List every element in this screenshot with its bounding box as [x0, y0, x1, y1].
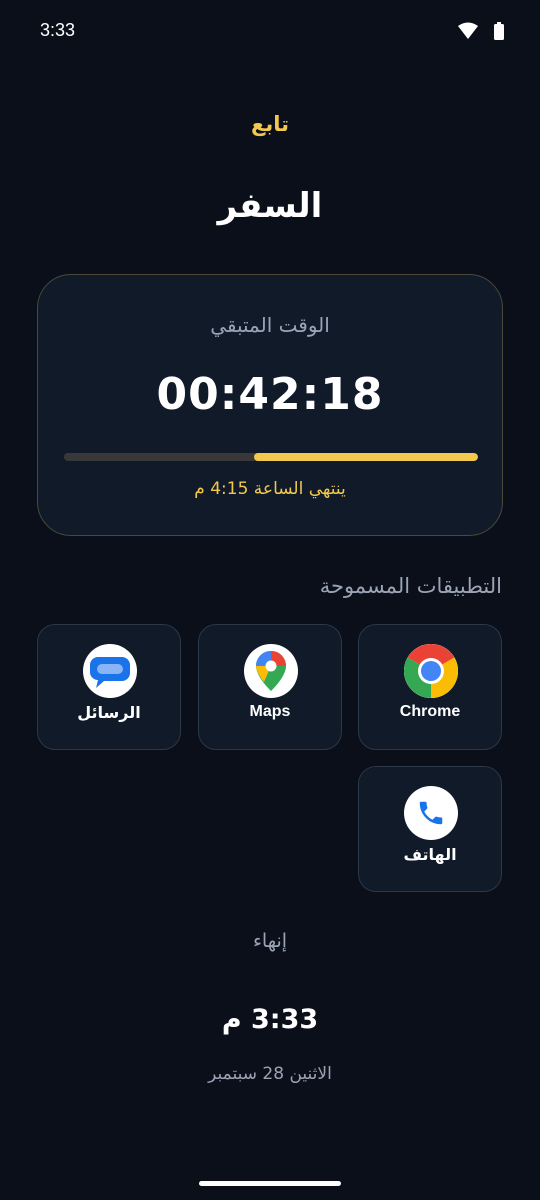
chrome-icon — [404, 644, 458, 698]
timer-countdown: 00:42:18 — [156, 369, 384, 420]
app-label-phone: الهاتف — [403, 847, 457, 864]
app-tile-maps[interactable]: Maps — [198, 624, 342, 750]
maps-icon — [244, 644, 298, 698]
allowed-apps-heading: التطبيقات المسموحة — [319, 574, 502, 598]
timer-label: الوقت المتبقي — [210, 313, 330, 337]
app-label-chrome: Chrome — [399, 703, 461, 720]
status-bar: 3:33 — [0, 0, 540, 64]
messages-icon — [83, 644, 137, 698]
app-label-messages: الرسائل — [77, 705, 141, 722]
status-time: 3:33 — [40, 20, 76, 40]
timer-card: الوقت المتبقي 00:42:18 ينتهي الساعة 4:15… — [37, 274, 503, 536]
app-tile-chrome[interactable]: Chrome — [358, 624, 502, 750]
app-tile-phone[interactable]: الهاتف — [358, 766, 502, 892]
phone-icon — [404, 786, 458, 840]
follow-button[interactable]: تابع — [0, 112, 540, 136]
battery-icon — [494, 22, 504, 40]
home-indicator[interactable] — [199, 1181, 341, 1186]
focus-session-screen: 3:33 تابع السفر الوقت المتبقي 00:42:18 ي… — [0, 0, 540, 1200]
timer-progress-fill — [254, 453, 478, 461]
app-label-maps: Maps — [249, 703, 291, 720]
clock-date: الاثنين 28 سبتمبر — [208, 1064, 332, 1084]
wifi-icon — [458, 22, 478, 39]
page-title: السفر — [217, 186, 323, 226]
end-session-button[interactable]: إنهاء — [220, 930, 320, 962]
timer-ends-at: ينتهي الساعة 4:15 م — [194, 479, 346, 499]
app-tile-messages[interactable]: الرسائل — [37, 624, 181, 750]
status-icons — [458, 22, 504, 40]
clock-time: 3:33 م — [221, 1004, 319, 1035]
timer-progress-track — [64, 453, 478, 461]
